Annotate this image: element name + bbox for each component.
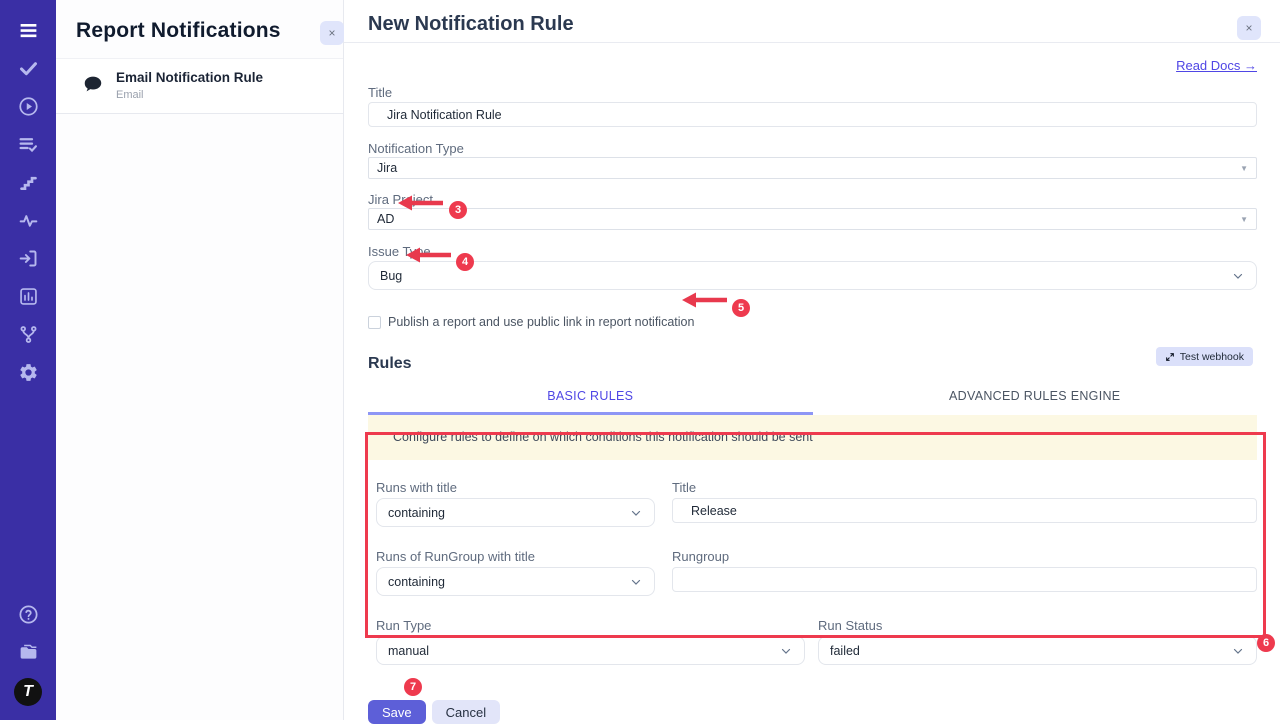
test-webhook-button[interactable]: Test webhook (1156, 347, 1253, 366)
page-title: New Notification Rule (344, 0, 1280, 36)
rungroup-label: Rungroup (672, 550, 1257, 564)
jira-project-select[interactable]: AD ▼ (368, 208, 1257, 230)
rungroup-with-title-label: Runs of RunGroup with title (376, 550, 655, 564)
save-button[interactable]: Save (368, 700, 426, 724)
menu-icon[interactable] (16, 18, 40, 42)
panel-title: Report Notifications (56, 0, 343, 43)
help-icon[interactable] (16, 602, 40, 626)
bar-chart-icon[interactable] (16, 284, 40, 308)
jira-project-label: Jira Project (368, 193, 1257, 207)
chevron-down-icon (1232, 270, 1244, 282)
run-type-select[interactable]: manual (376, 636, 805, 665)
run-status-label: Run Status (818, 619, 1257, 633)
notification-type-select[interactable]: Jira ▼ (368, 157, 1257, 179)
main-header: New Notification Rule × (344, 0, 1280, 43)
tab-advanced-rules-engine[interactable]: ADVANCED RULES ENGINE (813, 384, 1258, 415)
panel-close-button[interactable]: × (320, 21, 344, 45)
run-type-label: Run Type (376, 619, 805, 633)
caret-down-icon: ▼ (1240, 215, 1248, 224)
title-input[interactable] (368, 102, 1257, 127)
chevron-down-icon (630, 507, 642, 519)
cancel-button[interactable]: Cancel (432, 700, 500, 724)
gear-icon[interactable] (16, 360, 40, 384)
check-icon[interactable] (16, 56, 40, 80)
tab-basic-rules[interactable]: BASIC RULES (368, 384, 813, 415)
title-label: Title (368, 86, 1257, 100)
git-branch-icon[interactable] (16, 322, 40, 346)
runs-with-title-label: Runs with title (376, 481, 655, 495)
list-item-title: Email Notification Rule (116, 70, 263, 85)
chat-bubble-icon (82, 73, 104, 95)
play-circle-icon[interactable] (16, 94, 40, 118)
chevron-down-icon (1232, 645, 1244, 657)
read-docs-link[interactable]: Read Docs → (368, 58, 1257, 73)
runs-with-title-select[interactable]: containing (376, 498, 655, 527)
publish-report-checkbox[interactable] (368, 316, 381, 329)
list-check-icon[interactable] (16, 132, 40, 156)
basic-rules-fields: Runs with title containing Title Runs of… (368, 464, 1257, 677)
folder-icon[interactable] (16, 640, 40, 664)
app-sidebar: T (0, 0, 56, 720)
rules-heading: Rules (368, 355, 1257, 373)
list-item[interactable]: Email Notification Rule Email (56, 58, 343, 114)
issue-type-select[interactable]: Bug (368, 261, 1257, 290)
publish-report-label: Publish a report and use public link in … (388, 315, 694, 329)
main-close-button[interactable]: × (1237, 16, 1261, 40)
rungroup-with-title-select[interactable]: containing (376, 567, 655, 596)
steps-icon[interactable] (16, 170, 40, 194)
report-notifications-panel: Report Notifications × Email Notificatio… (56, 0, 344, 720)
list-item-subtitle: Email (116, 89, 263, 101)
rule-title-input[interactable] (672, 498, 1257, 523)
chevron-down-icon (780, 645, 792, 657)
rules-tabs: BASIC RULES ADVANCED RULES ENGINE (368, 384, 1257, 415)
webhook-icon (1165, 352, 1175, 362)
new-notification-rule-pane: New Notification Rule × Read Docs → Titl… (344, 0, 1280, 720)
rule-title-label: Title (672, 481, 1257, 495)
rungroup-input[interactable] (672, 567, 1257, 592)
activity-icon[interactable] (16, 208, 40, 232)
issue-type-label: Issue Type (368, 245, 1257, 259)
caret-down-icon: ▼ (1240, 164, 1248, 173)
notification-type-label: Notification Type (368, 142, 1257, 156)
run-status-select[interactable]: failed (818, 636, 1257, 665)
app-logo[interactable]: T (14, 678, 42, 706)
sign-in-icon[interactable] (16, 246, 40, 270)
rules-info-banner: Configure rules to define on which condi… (368, 415, 1257, 460)
chevron-down-icon (630, 576, 642, 588)
